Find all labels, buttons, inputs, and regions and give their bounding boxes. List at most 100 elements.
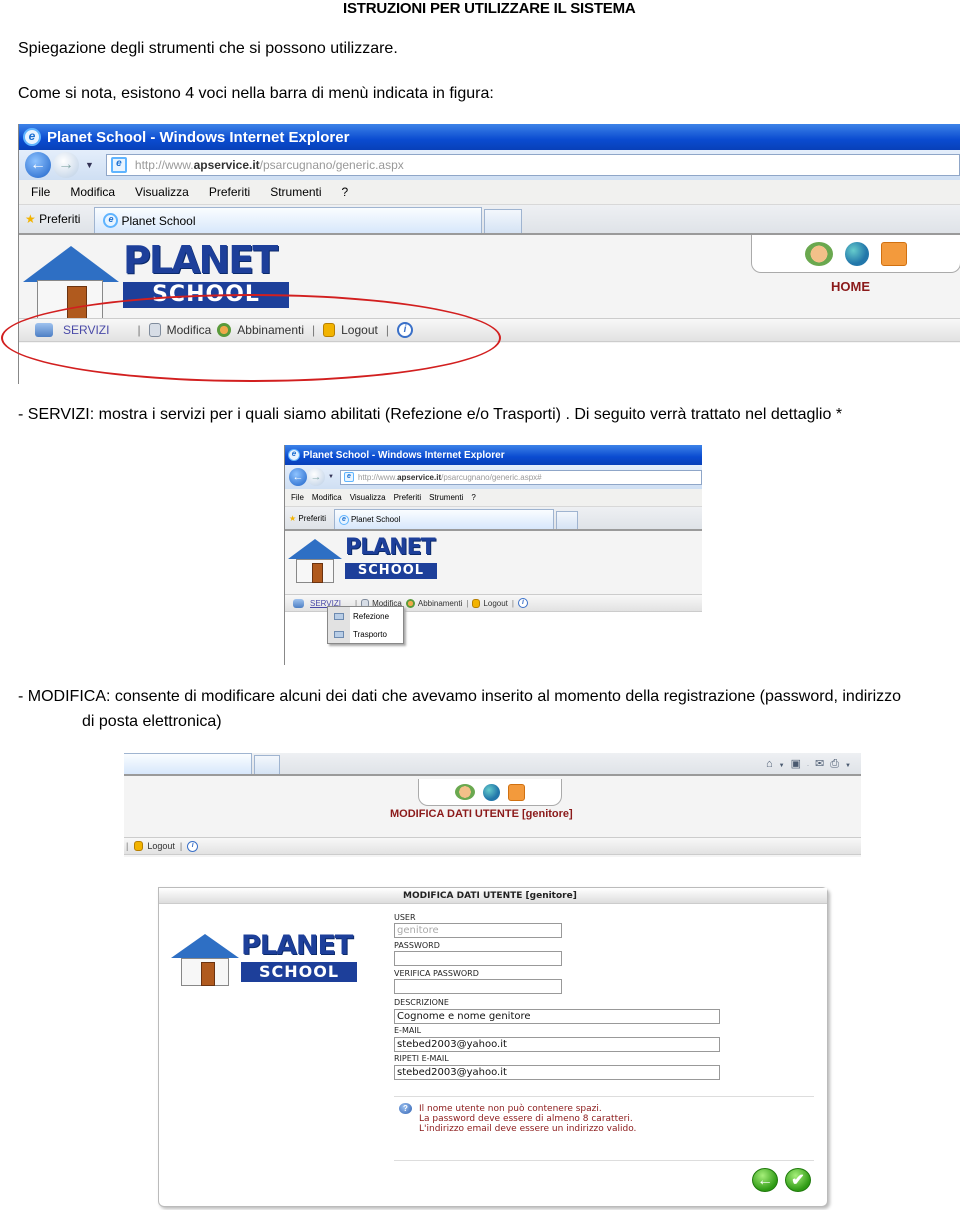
back-icon[interactable]: ← — [289, 468, 307, 486]
rss-icon[interactable]: ▣ — [791, 758, 807, 770]
lock-icon[interactable] — [881, 241, 907, 266]
lock-icon[interactable] — [508, 783, 525, 801]
planet-school-logo: PLANET SCHOOL — [171, 930, 361, 988]
screenshot-servizi-menu: e Planet School - Windows Internet Explo… — [284, 445, 702, 665]
email-field[interactable]: stebed2003@yahoo.it — [394, 1037, 720, 1052]
menu-help[interactable]: ? — [342, 185, 349, 199]
menu-strumenti[interactable]: Strumenti — [270, 185, 321, 199]
hint-password: La password deve essere di almeno 8 cara… — [419, 1114, 633, 1124]
page-icon: e — [343, 472, 354, 482]
calendar-globe-icon[interactable] — [483, 783, 500, 801]
home-link[interactable]: HOME — [831, 279, 870, 294]
top-icon-box — [751, 235, 960, 273]
url-path: /psarcugnano/generic.aspx# — [441, 472, 542, 482]
menu-visualizza[interactable]: Visualizza — [350, 493, 386, 502]
menu-file[interactable]: File — [291, 493, 304, 502]
password-label: PASSWORD — [394, 941, 440, 950]
menu-modifica[interactable]: Modifica — [70, 185, 115, 199]
nav-logout[interactable]: Logout — [483, 599, 507, 608]
address-bar: ← → ▼ e http://www. apservice.it/psarcugn… — [19, 150, 960, 180]
url-path: /psarcugnano/generic.aspx — [259, 158, 404, 172]
service-icon — [328, 625, 350, 643]
menu-item-trasporto[interactable]: Trasporto — [328, 625, 403, 643]
favorites-button[interactable]: ★ Preferiti — [25, 212, 80, 226]
home-icon[interactable]: ⌂ — [766, 758, 779, 770]
divider — [394, 1096, 814, 1097]
nav-logout[interactable]: Logout — [147, 841, 175, 851]
new-tab-button[interactable] — [555, 511, 578, 529]
ie-icon: e — [103, 213, 119, 228]
calendar-globe-icon[interactable] — [845, 241, 869, 266]
info-icon[interactable]: i — [517, 598, 528, 608]
tab-bar: ★ Preferiti e Planet School — [19, 205, 960, 235]
back-button[interactable]: ← — [752, 1168, 778, 1192]
separator: | — [511, 598, 514, 608]
intro-text: Spiegazione degli strumenti che si posso… — [18, 40, 398, 57]
nav-abbinamenti[interactable]: Abbinamenti — [418, 599, 462, 608]
menu-strumenti[interactable]: Strumenti — [429, 493, 463, 502]
tab-label: Planet School — [350, 515, 401, 524]
forward-icon[interactable]: → — [53, 152, 79, 178]
menu-preferiti[interactable]: Preferiti — [209, 185, 250, 199]
tab-planet-school[interactable] — [124, 753, 252, 774]
logout-lock-icon — [134, 841, 144, 851]
verify-password-field[interactable] — [394, 979, 562, 994]
modifica-description-2: di posta elettronica) — [82, 713, 222, 730]
tab-planet-school[interactable]: e Planet School — [333, 509, 554, 529]
hint-email: L'indirizzo email deve essere un indiriz… — [419, 1124, 637, 1134]
url-domain: apservice.it — [193, 158, 260, 172]
menu-visualizza[interactable]: Visualizza — [135, 185, 189, 199]
service-icon — [328, 607, 350, 625]
divider — [394, 1160, 814, 1161]
logout-lock-icon — [472, 598, 481, 608]
ie-icon: e — [288, 449, 300, 461]
menu-item-refezione[interactable]: Refezione — [328, 607, 403, 625]
servizi-dropdown: Refezione Trasporto — [327, 606, 404, 644]
dropdown-icon[interactable]: ▼ — [845, 763, 857, 769]
user-field[interactable]: genitore — [394, 923, 562, 938]
user-label: USER — [394, 913, 416, 922]
dropdown-icon[interactable]: ▼ — [85, 160, 94, 170]
tab-label: Planet School — [121, 213, 196, 228]
url-domain: apservice.it — [397, 472, 442, 482]
dropdown-icon[interactable]: ▼ — [328, 474, 334, 480]
back-icon[interactable]: ← — [25, 152, 51, 178]
menu-modifica[interactable]: Modifica — [312, 493, 342, 502]
page-icon: e — [110, 157, 127, 173]
dropdown-icon[interactable]: ▼ — [779, 763, 791, 769]
screenshot-modifica-header: ⌂▼▣·✉⎙▼ MODIFICA DATI UTENTE [genitore] … — [124, 753, 861, 857]
separator: | — [179, 841, 183, 851]
highlight-ellipse — [1, 294, 501, 382]
mail-icon[interactable]: ✉ — [815, 758, 830, 770]
command-bar: ⌂▼▣·✉⎙▼ — [766, 757, 857, 770]
new-tab-button[interactable] — [484, 209, 523, 233]
servizi-icon — [293, 598, 304, 608]
menu-preferiti[interactable]: Preferiti — [394, 493, 422, 502]
form-hints: Il nome utente non può contenere spazi. … — [419, 1104, 636, 1134]
info-icon[interactable]: i — [187, 840, 199, 852]
url-input[interactable]: e http://www. apservice.it/psarcugnano/ge… — [105, 154, 960, 176]
confirm-button[interactable]: ✔ — [785, 1168, 811, 1192]
users-icon[interactable] — [455, 784, 475, 800]
users-icon[interactable] — [805, 241, 833, 266]
new-tab-button[interactable] — [254, 755, 280, 774]
url-prefix: http://www. — [134, 158, 194, 172]
star-icon: ★ — [289, 513, 297, 523]
menu-file[interactable]: File — [31, 185, 50, 199]
forward-icon[interactable]: → — [307, 468, 325, 486]
repeat-email-field[interactable]: stebed2003@yahoo.it — [394, 1065, 720, 1080]
form-title: MODIFICA DATI UTENTE [genitore] — [159, 888, 827, 904]
menu-help[interactable]: ? — [471, 493, 475, 502]
url-input[interactable]: e http://www. apservice.it/psarcugnano/ge… — [339, 469, 702, 485]
tab-planet-school[interactable]: e Planet School — [94, 207, 483, 233]
modifica-description-1: - MODIFICA: consente di modificare alcun… — [18, 688, 902, 705]
verify-password-label: VERIFICA PASSWORD — [394, 969, 479, 978]
password-field[interactable] — [394, 951, 562, 966]
window-title: Planet School - Windows Internet Explore… — [47, 128, 350, 146]
print-icon[interactable]: ⎙ — [830, 758, 845, 770]
favorites-button[interactable]: ★ Preferiti — [289, 514, 326, 523]
description-field[interactable]: Cognome e nome genitore — [394, 1009, 720, 1024]
tab-bar: ★ Preferiti e Planet School — [285, 507, 702, 531]
page-heading: MODIFICA DATI UTENTE [genitore] — [390, 808, 573, 820]
favorites-label: Preferiti — [39, 212, 81, 226]
